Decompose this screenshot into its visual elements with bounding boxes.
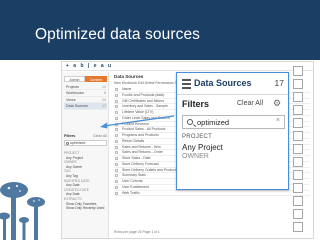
table-row[interactable]: Web Traffic: [114, 191, 310, 197]
search-icon: [187, 119, 193, 125]
row-checkbox[interactable]: [115, 99, 118, 103]
row-checkbox[interactable]: [293, 144, 303, 154]
row-checkbox[interactable]: [293, 66, 303, 76]
data-source-list-icon: [182, 79, 191, 89]
row-checkbox[interactable]: [115, 162, 118, 166]
mushroom-illustration: [0, 182, 45, 240]
project-filter-value[interactable]: Any Project: [182, 143, 223, 152]
row-checkbox[interactable]: [293, 92, 303, 102]
callout-title: Data Sources: [194, 78, 252, 88]
row-name: Web Traffic: [122, 190, 140, 195]
sidebar-items: Projects 10 Workbooks 8 Views 20 Data Sourc…: [64, 84, 107, 110]
row-checkbox[interactable]: [293, 131, 303, 141]
row-checkbox[interactable]: [293, 209, 303, 219]
filter-value[interactable]: Show Only Recently Used: [64, 206, 107, 211]
row-checkbox[interactable]: [293, 157, 303, 167]
row-checkbox[interactable]: [293, 196, 303, 206]
row-checkbox[interactable]: [115, 139, 118, 143]
project-filter-label: PROJECT: [182, 134, 213, 140]
row-checkbox[interactable]: [115, 145, 118, 149]
row-checkbox[interactable]: [293, 79, 303, 89]
pagination: Rows per page 20 Page 1 of 1: [114, 230, 160, 234]
sidebar-search-input[interactable]: optimized: [64, 140, 107, 146]
callout-clear-all-link[interactable]: Clear All: [237, 100, 263, 107]
sidebar-search-value: optimized: [70, 141, 86, 145]
row-checkbox[interactable]: [115, 151, 118, 155]
search-icon: [66, 141, 69, 145]
row-checkbox[interactable]: [115, 157, 118, 160]
row-checkbox[interactable]: [293, 222, 303, 232]
sidebar-item-label: Workbooks: [66, 91, 84, 96]
tab-content[interactable]: Content: [85, 76, 107, 82]
clear-search-icon[interactable]: ×: [276, 117, 280, 124]
row-checkbox[interactable]: [115, 185, 118, 189]
callout-filters-row: Filters Clear All ⚙: [177, 95, 288, 113]
slide-header-band: Optimized data sources: [0, 0, 320, 60]
owner-filter-label: OWNER: [182, 153, 209, 160]
row-checkbox[interactable]: [293, 183, 303, 193]
content-menu[interactable]: New Workbook Edit Delete Permissions Tag…: [114, 81, 182, 85]
row-checkbox[interactable]: [115, 180, 118, 183]
gear-icon[interactable]: ⚙: [273, 98, 281, 108]
callout-count: 17: [274, 78, 284, 88]
sidebar-tabs: Admin Content: [64, 76, 107, 82]
sidebar: Admin Content Projects 10 Workbooks 8 View…: [62, 72, 109, 238]
tab-admin[interactable]: Admin: [64, 76, 85, 82]
sidebar-item-label: Data Sources: [66, 104, 88, 109]
sidebar-item-data-sources[interactable]: Data Sources 17: [64, 103, 107, 110]
row-checkbox[interactable]: [293, 170, 303, 180]
row-checkbox[interactable]: [115, 105, 118, 109]
app-top-bar: + a b | e a u: [62, 62, 313, 71]
sidebar-item-label: Projects: [66, 85, 79, 89]
filters-label: Filters: [64, 134, 76, 138]
sidebar-filter-list: PROJECT Any Project OWNER Any Owner TAG …: [64, 151, 107, 211]
slide-title: Optimized data sources: [35, 26, 201, 43]
row-checkbox[interactable]: [115, 88, 118, 91]
callout-filters-label: Filters: [182, 99, 210, 109]
content-title: Data Sources: [114, 74, 144, 79]
row-checkbox-column: [291, 62, 309, 238]
callout-header: Data Sources 17: [177, 73, 288, 95]
callout-arrow: [100, 115, 175, 129]
filter-search-value: optimized: [197, 118, 230, 127]
row-checkbox[interactable]: [115, 168, 118, 172]
row-checkbox[interactable]: [115, 174, 118, 178]
row-checkbox[interactable]: [115, 93, 118, 97]
row-checkbox[interactable]: [115, 191, 118, 195]
sidebar-item-count: 17: [102, 104, 106, 109]
row-checkbox[interactable]: [293, 105, 303, 115]
row-checkbox[interactable]: [293, 118, 303, 128]
clear-all-link[interactable]: Clear All: [93, 133, 107, 139]
row-checkbox[interactable]: [115, 134, 118, 137]
zoomed-filter-callout: Data Sources 17 Filters Clear All ⚙ opti…: [176, 72, 289, 190]
sidebar-item-label: Views: [66, 97, 76, 102]
app-logo: + a b | e a u: [66, 63, 113, 69]
sidebar-filters-heading: Filters Clear All: [64, 133, 107, 139]
filter-search-input[interactable]: optimized ×: [182, 115, 285, 129]
